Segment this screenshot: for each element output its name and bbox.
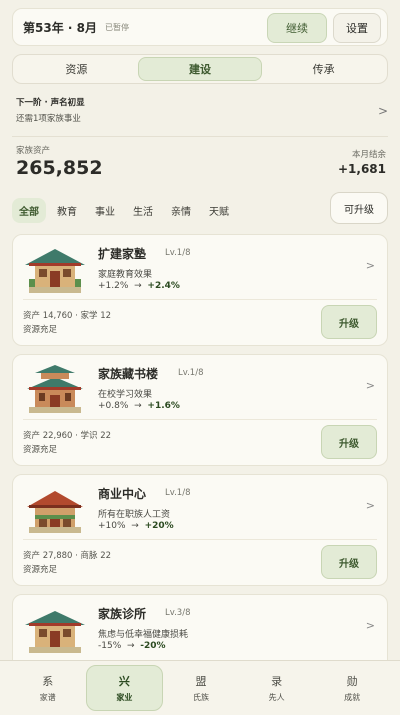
nav-family-business[interactable]: 兴 家业 bbox=[85, 665, 164, 711]
building-name: 家族藏书楼 bbox=[98, 367, 159, 381]
filter-all[interactable]: 全部 bbox=[12, 197, 46, 223]
building-level: Lv.1/8 bbox=[178, 368, 204, 378]
ancestors-icon: 录 bbox=[271, 675, 283, 688]
building-card-commerce[interactable]: 商业中心 Lv.1/8 所有在职族人工资 +10% → +20% > 资产 27… bbox=[12, 474, 388, 586]
next-stage-sub: 还需1项家族事业 bbox=[16, 114, 81, 124]
chevron-right-icon: > bbox=[365, 379, 375, 392]
nav-achievements[interactable]: 勋 成就 bbox=[314, 665, 390, 711]
chevron-right-icon: > bbox=[365, 499, 375, 512]
card-divider bbox=[23, 539, 377, 540]
next-stage-row[interactable]: 下一阶 · 声名初显 还需1项家族事业 > bbox=[16, 96, 388, 130]
achievements-icon: 勋 bbox=[346, 675, 358, 688]
genealogy-icon: 系 bbox=[42, 675, 54, 688]
building-effect: 焦虑与低幸福健康损耗 bbox=[98, 630, 189, 640]
school-building-icon bbox=[25, 249, 85, 293]
filter-career[interactable]: 事业 bbox=[88, 198, 122, 223]
building-status: 资源充足 bbox=[23, 445, 58, 455]
building-status: 资源充足 bbox=[23, 565, 58, 575]
building-name: 家族诊所 bbox=[98, 607, 147, 621]
month-balance-value: +1,681 bbox=[337, 162, 386, 176]
building-name: 商业中心 bbox=[98, 487, 147, 501]
upgrade-button[interactable]: 升级 bbox=[321, 545, 377, 579]
assets-label: 家族资产 bbox=[16, 146, 51, 156]
chevron-right-icon: > bbox=[365, 619, 375, 632]
filter-upgradable-button[interactable]: 可升级 bbox=[330, 192, 388, 224]
building-status: 资源充足 bbox=[23, 325, 58, 335]
filter-talent[interactable]: 天赋 bbox=[202, 198, 236, 223]
settings-button[interactable]: 设置 bbox=[333, 13, 381, 43]
nav-label: 家业 bbox=[116, 693, 133, 702]
library-building-icon bbox=[27, 365, 83, 413]
nav-label: 先人 bbox=[268, 693, 285, 702]
building-effect-change: +1.2% → +2.4% bbox=[98, 281, 180, 291]
nav-label: 家谱 bbox=[39, 693, 56, 702]
chevron-right-icon: > bbox=[377, 104, 388, 118]
tab-resources[interactable]: 资源 bbox=[15, 57, 138, 81]
tab-legacy[interactable]: 传承 bbox=[262, 57, 385, 81]
building-level: Lv.3/8 bbox=[165, 608, 191, 618]
building-cost: 资产 27,880 · 商脉 22 bbox=[23, 551, 112, 561]
commerce-building-icon bbox=[27, 491, 83, 533]
paused-status: 已暂停 bbox=[104, 22, 129, 32]
bottom-nav: 系 家谱 兴 家业 盟 氏族 录 先人 勋 成就 bbox=[0, 660, 400, 715]
main-tabs: 资源 建设 传承 bbox=[12, 54, 388, 84]
building-name: 扩建家塾 bbox=[98, 247, 147, 261]
month-balance-label: 本月结余 bbox=[351, 150, 386, 160]
nav-genealogy[interactable]: 系 家谱 bbox=[10, 665, 86, 711]
assets-value: 265,852 bbox=[16, 157, 103, 179]
building-level: Lv.1/8 bbox=[165, 248, 191, 258]
building-effect-change: +0.8% → +1.6% bbox=[98, 401, 180, 411]
filter-family[interactable]: 亲情 bbox=[164, 198, 198, 223]
building-cost: 资产 22,960 · 学识 22 bbox=[23, 431, 112, 441]
filter-bar: 全部 教育 事业 生活 亲情 天赋 可升级 bbox=[12, 192, 388, 224]
building-card-school[interactable]: 扩建家塾 Lv.1/8 家庭教育效果 +1.2% → +2.4% > 资产 14… bbox=[12, 234, 388, 346]
upgrade-button[interactable]: 升级 bbox=[321, 305, 377, 339]
card-divider bbox=[23, 299, 377, 300]
chevron-right-icon: > bbox=[365, 259, 375, 272]
divider bbox=[12, 136, 388, 137]
upgrade-button[interactable]: 升级 bbox=[321, 425, 377, 459]
year-month: 第53年 · 8月 bbox=[23, 20, 97, 35]
clinic-building-icon bbox=[25, 611, 85, 653]
nav-label: 成就 bbox=[344, 693, 361, 702]
continue-button[interactable]: 继续 bbox=[267, 13, 327, 43]
filter-education[interactable]: 教育 bbox=[50, 198, 84, 223]
building-effect: 在校学习效果 bbox=[98, 390, 153, 400]
building-effect-change: +10% → +20% bbox=[98, 521, 174, 531]
nav-label: 氏族 bbox=[192, 693, 209, 702]
next-stage-title: 下一阶 · 声名初显 bbox=[16, 98, 85, 108]
building-cost: 资产 14,760 · 家学 12 bbox=[23, 311, 112, 321]
card-divider bbox=[23, 419, 377, 420]
building-effect: 家庭教育效果 bbox=[98, 270, 153, 280]
nav-ancestors[interactable]: 录 先人 bbox=[239, 665, 315, 711]
building-level: Lv.1/8 bbox=[165, 488, 191, 498]
filter-life[interactable]: 生活 bbox=[126, 198, 160, 223]
top-bar: 第53年 · 8月 已暂停 继续 设置 bbox=[12, 8, 388, 46]
tab-build[interactable]: 建设 bbox=[137, 57, 263, 81]
clan-icon: 盟 bbox=[195, 675, 207, 688]
family-business-icon: 兴 bbox=[118, 675, 130, 688]
building-effect: 所有在职族人工资 bbox=[98, 510, 171, 520]
nav-clan[interactable]: 盟 氏族 bbox=[163, 665, 239, 711]
building-effect-change: -15% → -20% bbox=[98, 641, 166, 651]
building-card-library[interactable]: 家族藏书楼 Lv.1/8 在校学习效果 +0.8% → +1.6% > 资产 2… bbox=[12, 354, 388, 466]
